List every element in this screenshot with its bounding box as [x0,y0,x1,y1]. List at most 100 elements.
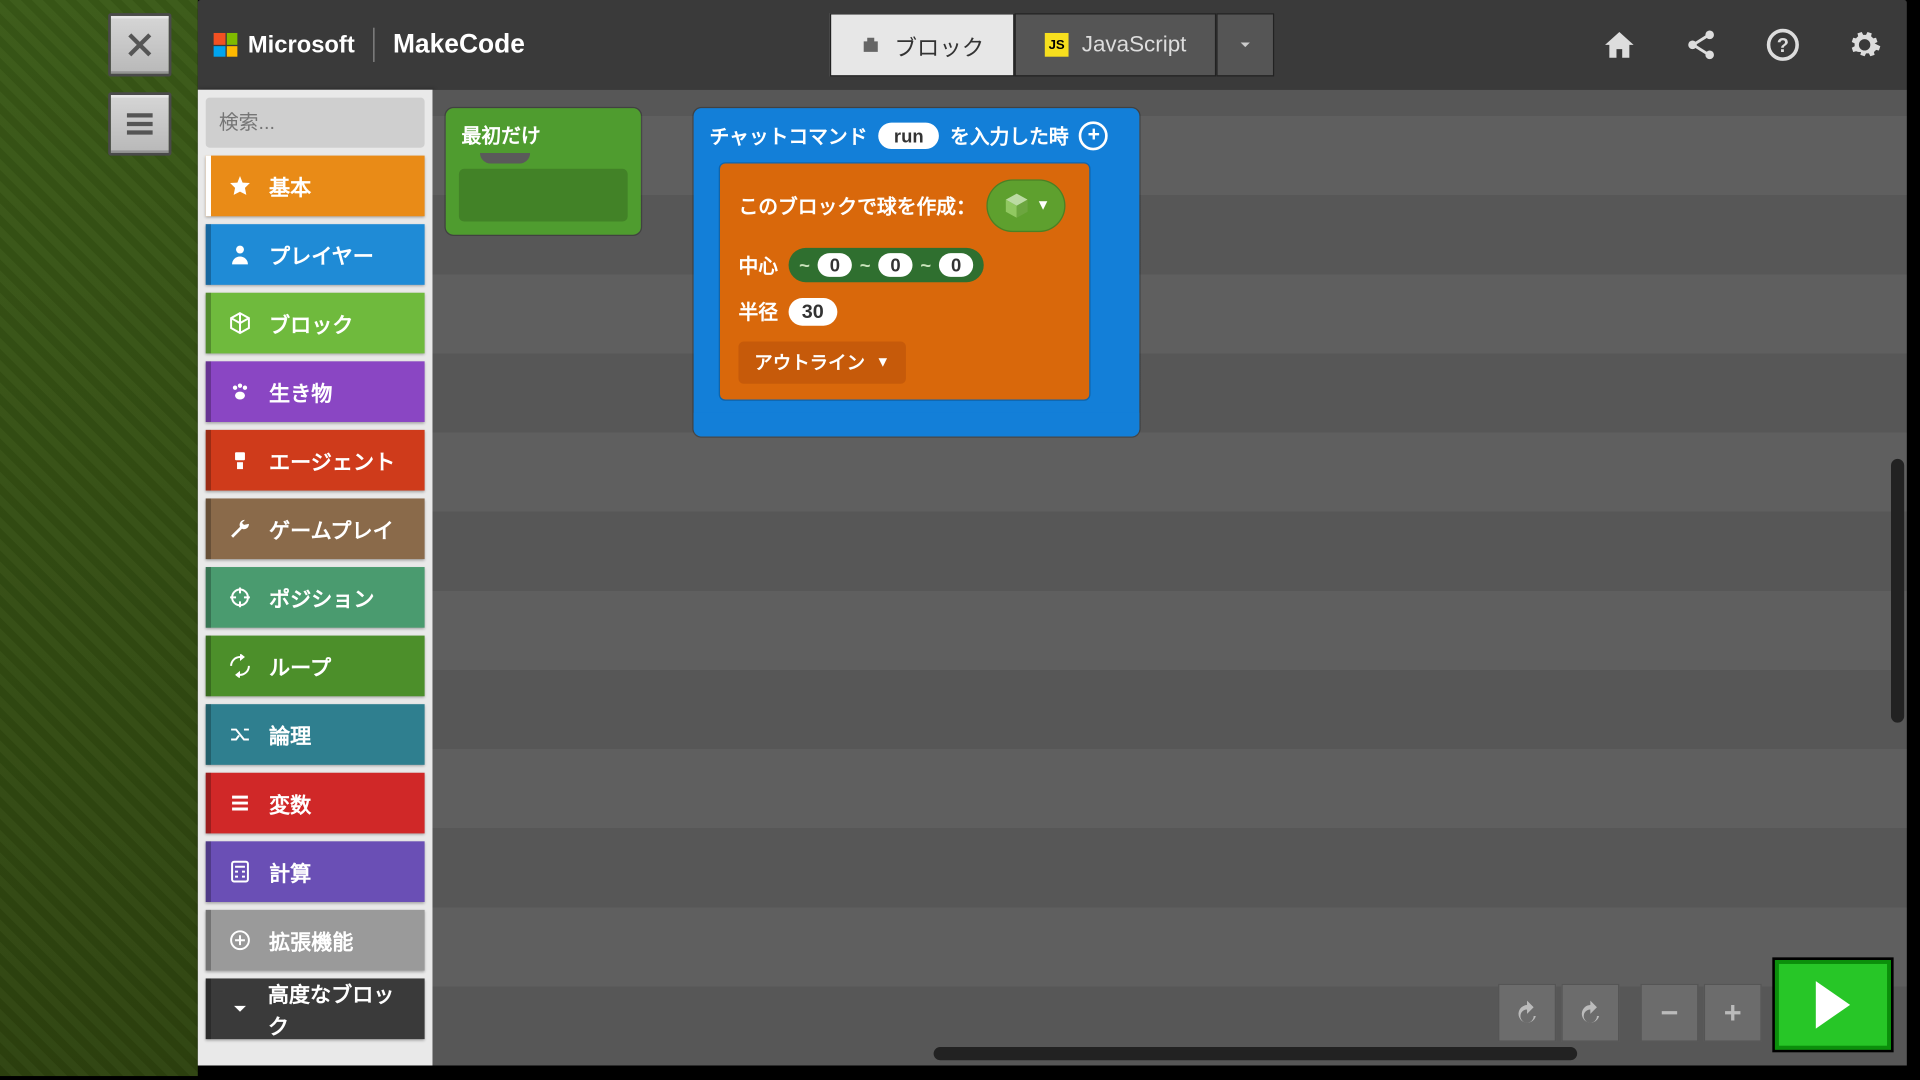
tab-js-label: JavaScript [1082,32,1187,58]
menu-button[interactable] [108,92,171,155]
category-label: 基本 [269,170,311,202]
close-x-icon [123,28,157,62]
paw-icon [227,378,253,404]
category-chevdown[interactable]: 高度なブロック [206,978,425,1039]
microsoft-tiles-icon [214,33,238,57]
category-label: 生き物 [269,376,332,408]
block-on-start[interactable]: 最初だけ [446,108,641,235]
loop-icon [227,653,253,679]
home-icon [1602,28,1636,62]
person-icon [227,241,253,267]
home-button[interactable] [1601,26,1638,63]
category-label: 拡張機能 [269,924,353,956]
category-label: 変数 [269,787,311,819]
grass-block-icon [1002,191,1031,220]
category-plus[interactable]: 拡張機能 [206,910,425,971]
outline-dropdown[interactable]: アウトライン ▼ [738,342,905,384]
minecraft-background [0,0,198,1076]
toolbox-search[interactable] [206,98,425,148]
run-button[interactable] [1775,960,1891,1050]
chat-suffix: を入力した時 [950,122,1069,150]
blocks-workspace[interactable]: 最初だけ チャットコマンド run を入力した時 + このブロックで球を作成： … [433,90,1907,1066]
radius-input[interactable]: 30 [789,298,837,326]
block-picker[interactable]: ▼ [986,179,1065,232]
chevron-down-icon [1237,36,1255,54]
category-label: ループ [269,650,331,682]
play-icon [1816,981,1850,1028]
block-sphere[interactable]: このブロックで球を作成： ▼ 中心 ~ 0 ~ 0 ~ 0 [720,164,1089,400]
category-label: 高度なブロック [268,977,409,1040]
tab-javascript[interactable]: JS JavaScript [1014,13,1216,76]
category-lines[interactable]: 変数 [206,773,425,834]
chat-prefix: チャットコマンド [709,122,867,150]
zoom-in-button[interactable] [1704,984,1762,1042]
coord-z[interactable]: 0 [939,253,973,277]
minus-icon [1656,1000,1682,1026]
horizontal-scrollbar[interactable] [934,1047,1578,1060]
vertical-scrollbar[interactable] [1891,459,1904,723]
plus-icon [227,927,253,953]
settings-button[interactable] [1846,26,1883,63]
workspace-controls [1498,984,1762,1042]
gear-icon [1847,28,1881,62]
redo-icon [1577,1000,1603,1026]
category-label: ゲームプレイ [269,513,394,545]
hamburger-icon [123,107,157,141]
sphere-title: このブロックで球を作成： [738,192,975,220]
redo-button[interactable] [1561,984,1619,1042]
category-star[interactable]: 基本 [206,156,425,217]
lines-icon [227,790,253,816]
editor-tabs: ブロック JS JavaScript [830,13,1275,76]
undo-icon [1514,1000,1540,1026]
wrench-icon [227,516,253,542]
coord-x[interactable]: 0 [818,253,852,277]
agent-icon [227,447,253,473]
chevron-down-icon: ▼ [876,355,890,371]
category-wrench[interactable]: ゲームプレイ [206,498,425,559]
category-cube[interactable]: ブロック [206,293,425,354]
radius-label: 半径 [738,298,778,326]
coord-y[interactable]: 0 [878,253,912,277]
chevdown-icon [227,996,252,1022]
category-person[interactable]: プレイヤー [206,224,425,285]
blocks-icon [860,34,881,55]
header-divider [373,28,374,62]
category-target[interactable]: ポジション [206,567,425,628]
center-label: 中心 [738,251,778,279]
category-label: 計算 [269,856,311,888]
tab-blocks-label: ブロック [894,28,984,61]
microsoft-logo[interactable]: Microsoft [214,31,355,59]
help-button[interactable]: ? [1764,26,1801,63]
category-shuffle[interactable]: 論理 [206,704,425,765]
share-icon [1684,28,1718,62]
tab-blocks[interactable]: ブロック [830,13,1015,76]
share-button[interactable] [1683,26,1720,63]
category-paw[interactable]: 生き物 [206,361,425,422]
js-badge-icon: JS [1045,33,1069,57]
outline-label: アウトライン [754,349,865,375]
shuffle-icon [227,721,253,747]
tab-js-dropdown[interactable] [1217,13,1275,76]
zoom-out-button[interactable] [1640,984,1698,1042]
category-label: ブロック [269,307,353,339]
undo-button[interactable] [1498,984,1556,1042]
add-param-button[interactable]: + [1079,121,1108,150]
cube-icon [227,310,253,336]
category-label: エージェント [269,444,395,476]
category-label: 論理 [269,719,311,751]
help-icon: ? [1766,28,1800,62]
header-bar: Microsoft MakeCode ブロック JS JavaScript ? [198,0,1907,90]
microsoft-text: Microsoft [248,31,355,59]
toolbox-panel: 基本プレイヤーブロック生き物エージェントゲームプレイポジションループ論理変数計算… [198,90,433,1066]
category-agent[interactable]: エージェント [206,430,425,491]
center-coords[interactable]: ~ 0 ~ 0 ~ 0 [789,248,984,282]
category-label: プレイヤー [269,239,374,271]
chat-command-input[interactable]: run [878,123,939,149]
category-calc[interactable]: 計算 [206,841,425,902]
close-editor-button[interactable] [108,13,171,76]
target-icon [227,584,253,610]
search-input[interactable] [219,111,433,133]
product-name: MakeCode [393,30,525,60]
block-on-chat-command[interactable]: チャットコマンド run を入力した時 + このブロックで球を作成： ▼ 中心 … [694,108,1140,436]
category-loop[interactable]: ループ [206,636,425,697]
